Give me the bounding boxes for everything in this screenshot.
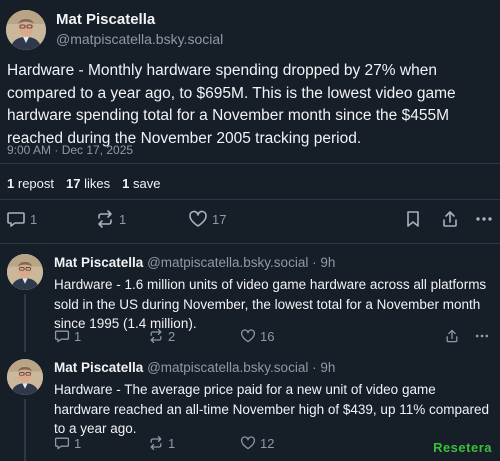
share-button[interactable] bbox=[440, 209, 460, 229]
share-icon bbox=[443, 211, 457, 227]
reply-text: Hardware - The average price paid for a … bbox=[54, 382, 489, 436]
handle[interactable]: @matpiscatella.bsky.social bbox=[147, 360, 308, 375]
repost-count: 2 bbox=[168, 328, 176, 344]
post-timestamp: 9:00 AM · Dec 17, 2025 bbox=[7, 143, 134, 157]
avatar[interactable] bbox=[7, 254, 43, 290]
like-button[interactable]: 17 bbox=[188, 209, 226, 229]
more-icon bbox=[476, 217, 492, 221]
divider bbox=[0, 163, 500, 164]
like-count: 17 bbox=[212, 211, 227, 227]
heart-icon bbox=[240, 329, 256, 343]
watermark: Resetera bbox=[433, 440, 492, 455]
reply-button[interactable]: 1 bbox=[54, 435, 81, 451]
reposts-stat[interactable]: 1 repost bbox=[7, 176, 54, 191]
repost-count: 1 bbox=[119, 211, 127, 227]
handle[interactable]: @matpiscatella.bsky.social bbox=[56, 30, 223, 48]
display-name[interactable]: Mat Piscatella bbox=[56, 11, 223, 29]
reply-icon bbox=[54, 330, 70, 343]
reply-button[interactable]: 1 bbox=[6, 209, 37, 229]
repost-button[interactable]: 2 bbox=[148, 328, 175, 344]
reply-action-bar: 1 1 12 bbox=[0, 435, 500, 459]
reply-header: Mat Piscatella @matpiscatella.bsky.socia… bbox=[54, 254, 335, 272]
reply-icon bbox=[7, 212, 25, 227]
reply-header: Mat Piscatella @matpiscatella.bsky.socia… bbox=[54, 359, 335, 377]
avatar[interactable] bbox=[6, 10, 46, 50]
bookmark-icon bbox=[407, 211, 419, 227]
heart-icon bbox=[240, 436, 256, 450]
repost-button[interactable]: 1 bbox=[148, 435, 175, 451]
share-icon bbox=[446, 329, 458, 343]
like-button[interactable]: 16 bbox=[240, 328, 274, 344]
like-count: 12 bbox=[260, 435, 275, 451]
post-age[interactable]: · 9h bbox=[312, 360, 335, 375]
avatar[interactable] bbox=[7, 359, 43, 395]
more-options-button[interactable] bbox=[474, 209, 494, 229]
post-age[interactable]: · 9h bbox=[312, 255, 335, 270]
divider bbox=[0, 199, 500, 200]
post-action-bar: 1 1 17 bbox=[0, 209, 500, 233]
repost-icon bbox=[98, 210, 112, 228]
likes-stat[interactable]: 17 likes bbox=[66, 176, 110, 191]
reply-count: 1 bbox=[74, 328, 82, 344]
reply-button[interactable]: 1 bbox=[54, 328, 81, 344]
heart-icon bbox=[189, 210, 207, 227]
share-button[interactable] bbox=[444, 328, 460, 344]
display-name[interactable]: Mat Piscatella bbox=[54, 360, 143, 375]
more-icon bbox=[475, 334, 489, 338]
post-header: Mat Piscatella @matpiscatella.bsky.socia… bbox=[6, 10, 223, 50]
save-button[interactable] bbox=[403, 209, 423, 229]
like-count: 16 bbox=[260, 328, 275, 344]
reply-text: Hardware - 1.6 million units of video ga… bbox=[54, 277, 487, 331]
post-stats: 1 repost 17 likes 1 save bbox=[7, 176, 160, 191]
reply-icon bbox=[54, 437, 70, 450]
like-button[interactable]: 12 bbox=[240, 435, 274, 451]
more-options-button[interactable] bbox=[474, 328, 490, 344]
repost-icon bbox=[150, 328, 162, 344]
handle[interactable]: @matpiscatella.bsky.social bbox=[147, 255, 308, 270]
repost-button[interactable]: 1 bbox=[95, 209, 126, 229]
display-name[interactable]: Mat Piscatella bbox=[54, 255, 143, 270]
reply-action-bar: 1 2 16 bbox=[0, 328, 500, 352]
divider bbox=[0, 243, 500, 244]
repost-icon bbox=[150, 435, 162, 451]
saves-stat[interactable]: 1 save bbox=[122, 176, 160, 191]
post-text: Hardware - Monthly hardware spending dro… bbox=[7, 62, 456, 147]
reply-count: 1 bbox=[30, 211, 38, 227]
reply-count: 1 bbox=[74, 435, 82, 451]
repost-count: 1 bbox=[168, 435, 176, 451]
